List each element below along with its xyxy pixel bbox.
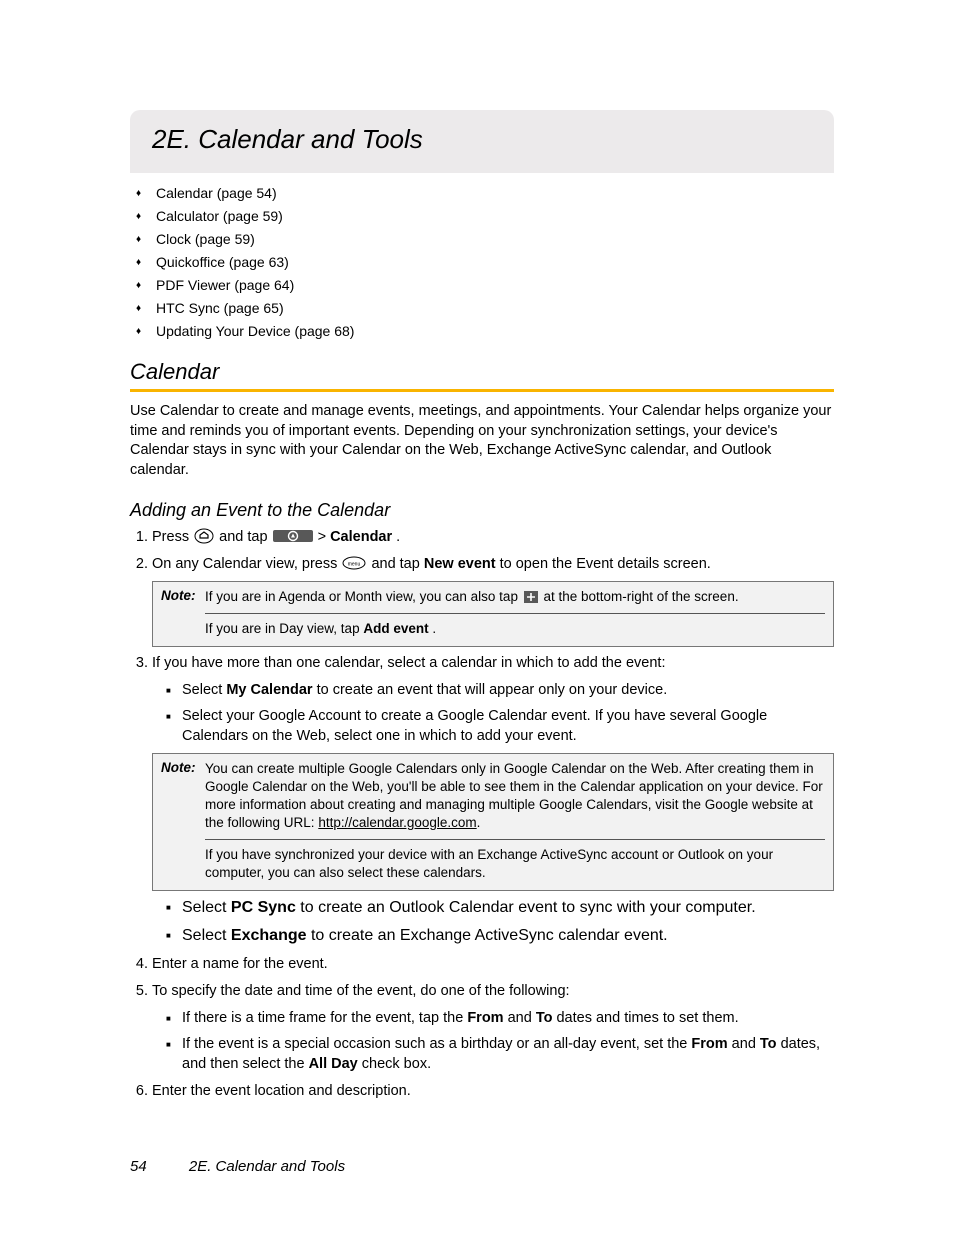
sub-item: If the event is a special occasion such … xyxy=(166,1034,834,1075)
steps-list-cont: If you have more than one calendar, sele… xyxy=(130,653,834,747)
sub-list: Select My Calendar to create an event th… xyxy=(152,680,834,747)
toc-item[interactable]: Clock (page 59) xyxy=(136,231,834,247)
step-2: On any Calendar view, press menu and tap… xyxy=(152,554,834,575)
sub-item: Select Exchange to create an Exchange Ac… xyxy=(166,925,834,947)
sub-list: Select PC Sync to create an Outlook Cale… xyxy=(130,897,834,948)
apps-tray-icon xyxy=(273,528,313,544)
note-divider xyxy=(205,839,825,840)
note-text: If you have synchronized your device wit… xyxy=(205,846,825,882)
step-text: and tap xyxy=(371,556,423,572)
section-heading: Calendar xyxy=(130,359,834,385)
page: 2E. Calendar and Tools Calendar (page 54… xyxy=(0,0,954,1235)
section-rule xyxy=(130,389,834,392)
note-text: You can create multiple Google Calendars… xyxy=(205,760,825,833)
step-bold: Calendar xyxy=(330,529,392,545)
chapter-title-bar: 2E. Calendar and Tools xyxy=(130,110,834,173)
note-box: Note: If you are in Agenda or Month view… xyxy=(152,581,834,646)
sub-item: Select My Calendar to create an event th… xyxy=(166,680,834,700)
toc-item[interactable]: Quickoffice (page 63) xyxy=(136,254,834,270)
step-text: and tap xyxy=(219,529,271,545)
toc-item[interactable]: Updating Your Device (page 68) xyxy=(136,323,834,339)
page-footer: 54 2E. Calendar and Tools xyxy=(130,1158,345,1175)
note-box: Note: You can create multiple Google Cal… xyxy=(152,753,834,891)
page-number: 54 xyxy=(130,1158,147,1175)
sub-item: Select PC Sync to create an Outlook Cale… xyxy=(166,897,834,919)
svg-text:menu: menu xyxy=(348,562,361,568)
section-intro: Use Calendar to create and manage events… xyxy=(130,402,834,480)
steps-list: Press and tap > Calendar . On any Calend… xyxy=(130,527,834,575)
toc-list: Calendar (page 54) Calculator (page 59) … xyxy=(130,185,834,339)
menu-key-icon: menu xyxy=(342,556,366,570)
step-bold: New event xyxy=(424,556,496,572)
plus-icon xyxy=(523,590,539,604)
sub-item: Select your Google Account to create a G… xyxy=(166,706,834,747)
step-6: Enter the event location and description… xyxy=(152,1081,834,1102)
footer-title: 2E. Calendar and Tools xyxy=(189,1158,345,1175)
toc-item[interactable]: HTC Sync (page 65) xyxy=(136,300,834,316)
step-text: > xyxy=(318,529,331,545)
toc-item[interactable]: Calendar (page 54) xyxy=(136,185,834,201)
step-1: Press and tap > Calendar . xyxy=(152,527,834,548)
step-text: On any Calendar view, press xyxy=(152,556,341,572)
toc-item[interactable]: Calculator (page 59) xyxy=(136,208,834,224)
step-text: to open the Event details screen. xyxy=(500,556,711,572)
step-text: If you have more than one calendar, sele… xyxy=(152,655,665,671)
sub-list: If there is a time frame for the event, … xyxy=(152,1008,834,1075)
toc-item[interactable]: PDF Viewer (page 64) xyxy=(136,277,834,293)
step-text: To specify the date and time of the even… xyxy=(152,983,570,999)
step-4: Enter a name for the event. xyxy=(152,954,834,975)
note-label: Note: xyxy=(161,760,205,833)
note-text: If you are in Agenda or Month view, you … xyxy=(205,588,825,606)
steps-list-cont2: Enter a name for the event. To specify t… xyxy=(130,954,834,1102)
step-3: If you have more than one calendar, sele… xyxy=(152,653,834,747)
note-label: Note: xyxy=(161,588,205,606)
note-text: If you are in Day view, tap Add event . xyxy=(205,620,825,638)
subsection-heading: Adding an Event to the Calendar xyxy=(130,500,834,521)
note-link[interactable]: http://calendar.google.com xyxy=(318,815,476,830)
step-5: To specify the date and time of the even… xyxy=(152,981,834,1075)
note-divider xyxy=(205,613,825,614)
step-text: . xyxy=(396,529,400,545)
chapter-title: 2E. Calendar and Tools xyxy=(152,124,423,154)
home-key-icon xyxy=(194,528,214,544)
step-text: Press xyxy=(152,529,193,545)
sub-item: If there is a time frame for the event, … xyxy=(166,1008,834,1028)
